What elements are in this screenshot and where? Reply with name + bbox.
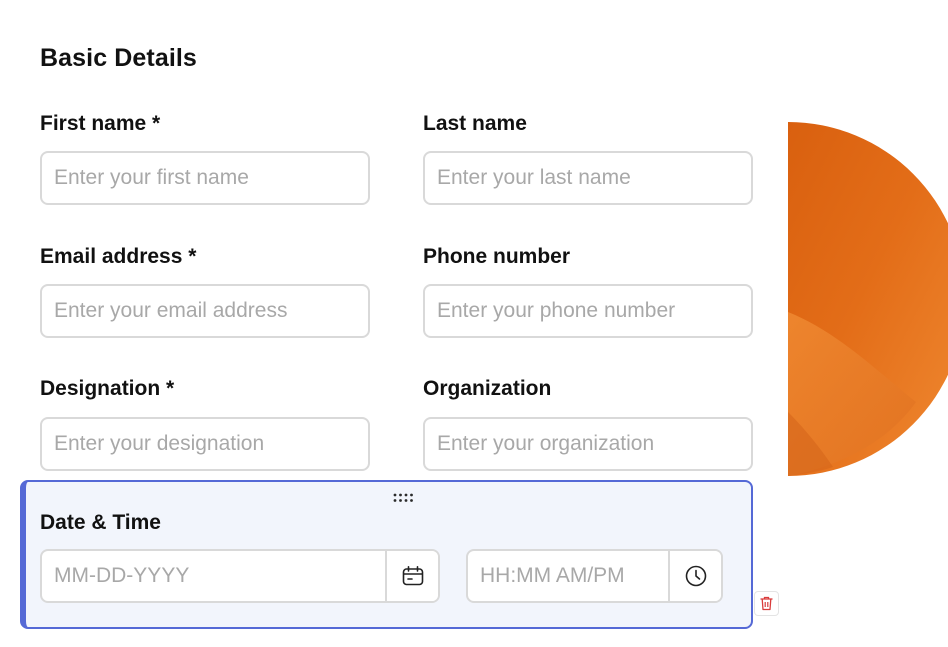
clock-icon (685, 565, 706, 587)
first-name-label: First name * (40, 112, 161, 135)
decorative-orange-shape (788, 122, 948, 476)
calendar-button[interactable] (385, 551, 438, 601)
organization-label: Organization (423, 377, 552, 400)
drag-handle-icon[interactable] (393, 490, 415, 502)
date-input[interactable] (42, 551, 385, 601)
calendar-icon (402, 566, 423, 586)
last-name-input[interactable] (423, 151, 753, 205)
designation-label: Designation * (40, 377, 175, 400)
date-picker[interactable] (40, 549, 440, 603)
phone-label: Phone number (423, 245, 571, 268)
last-name-label: Last name (423, 112, 527, 135)
section-title: Basic Details (40, 44, 197, 72)
datetime-label: Date & Time (40, 511, 161, 534)
time-input[interactable] (468, 551, 668, 601)
first-name-input[interactable] (40, 151, 370, 205)
delete-field-button[interactable] (754, 591, 779, 616)
email-input[interactable] (40, 284, 370, 338)
phone-input[interactable] (423, 284, 753, 338)
designation-input[interactable] (40, 417, 370, 471)
time-picker[interactable] (466, 549, 723, 603)
clock-button[interactable] (668, 551, 721, 601)
datetime-field-card[interactable]: Date & Time (20, 480, 753, 629)
trash-icon (760, 596, 773, 611)
email-label: Email address * (40, 245, 197, 268)
organization-input[interactable] (423, 417, 753, 471)
